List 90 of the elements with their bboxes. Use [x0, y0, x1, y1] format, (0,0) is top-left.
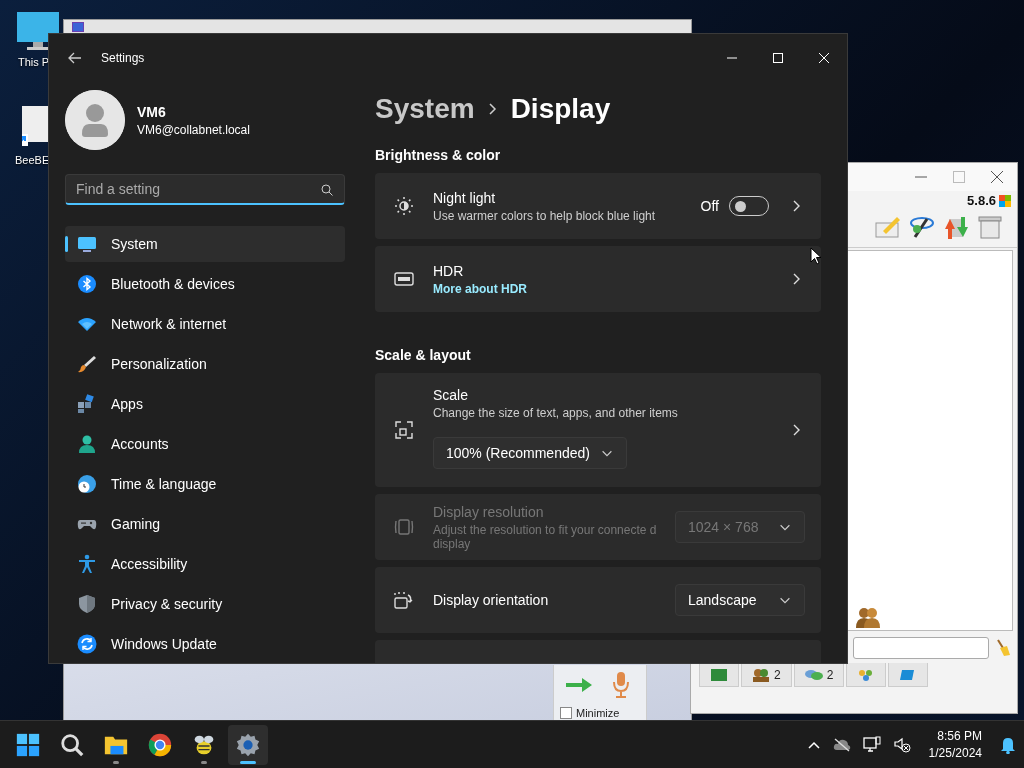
globe-clock-icon	[77, 474, 97, 494]
setting-card[interactable]: HDR More about HDR	[375, 246, 821, 312]
clock[interactable]: 8:56 PM 1/25/2024	[928, 729, 982, 760]
nav-item[interactable]: Bluetooth & devices	[65, 266, 345, 302]
cloud-off-icon[interactable]	[832, 737, 851, 752]
setting-title: HDR	[433, 262, 465, 279]
nav-item[interactable]: Apps	[65, 386, 345, 422]
tab-count: 2	[774, 667, 781, 682]
setting-title: Display resolution	[433, 503, 545, 520]
cursor-icon	[810, 247, 822, 265]
users-icon	[856, 606, 880, 628]
setting-card[interactable]: Display orientation Landscape	[375, 567, 821, 633]
section-title: Brightness & color	[375, 147, 502, 163]
shield-icon	[77, 594, 97, 614]
sun-icon	[393, 195, 415, 217]
scale-icon	[393, 419, 415, 441]
setting-card[interactable]: Night light Use warmer colors to help block blue light Off	[375, 173, 821, 239]
monitor-icon[interactable]	[17, 12, 59, 52]
broom-icon[interactable]	[995, 639, 1011, 657]
microphone-icon	[612, 671, 630, 699]
start-icon	[15, 731, 41, 758]
section-title: Scale & layout	[375, 347, 472, 363]
nav-item[interactable]: Accounts	[65, 426, 345, 462]
settings-icon	[235, 731, 261, 758]
accessibility-icon	[77, 554, 97, 574]
avatar-icon[interactable]	[65, 90, 125, 150]
monitor-icon	[77, 234, 97, 254]
chat-tab[interactable]: 2	[741, 663, 792, 687]
close-icon	[819, 53, 829, 63]
setting-description: Change the size of text, apps, and other items	[433, 406, 679, 420]
nav-item[interactable]: Privacy & security	[65, 586, 345, 622]
update-icon	[77, 634, 97, 654]
close-icon[interactable]	[991, 171, 1003, 183]
nav-item[interactable]: Network & internet	[65, 306, 345, 342]
nav-item[interactable]: Windows Update	[65, 626, 345, 662]
transfer-arrows-icon[interactable]	[943, 215, 969, 241]
app-icon	[72, 22, 84, 32]
bell-icon[interactable]	[1000, 735, 1016, 754]
setting-description: Use warmer colors to help block blue light	[433, 208, 657, 223]
user-name: VM6	[137, 103, 167, 120]
hdr-link[interactable]: More about HDR	[433, 281, 789, 296]
browser-icon	[147, 731, 173, 758]
nav-item[interactable]: Time & language	[65, 466, 345, 502]
resolution-icon	[393, 516, 415, 538]
breadcrumb-chevron-icon	[486, 102, 499, 116]
user-email: VM6@collabnet.local	[137, 122, 250, 137]
taskbar-button[interactable]	[228, 724, 268, 765]
scale-dropdown[interactable]: 100% (Recommended)	[433, 437, 627, 469]
tools-icon[interactable]	[909, 215, 935, 239]
brush-icon	[77, 354, 97, 374]
minimize-checkbox[interactable]	[560, 707, 572, 719]
desktop-icon-label: This P	[18, 56, 50, 68]
person-icon	[77, 434, 97, 454]
nav-item[interactable]: Accessibility	[65, 546, 345, 582]
back-arrow-icon[interactable]	[68, 51, 82, 65]
tab-count: 2	[826, 667, 834, 682]
setting-title: Night light	[433, 189, 497, 206]
desktop-icon-label: BeeBE	[15, 154, 50, 166]
nav-item[interactable]: System	[65, 226, 345, 262]
value-dropdown[interactable]: Landscape	[675, 584, 805, 616]
maximize-icon	[773, 53, 783, 63]
window-title: Settings	[101, 51, 145, 65]
search-icon	[59, 731, 85, 758]
checkbox-label: Minimize	[576, 707, 620, 719]
setting-title: Display orientation	[433, 592, 550, 608]
bluetooth-icon	[77, 274, 97, 294]
trash-icon[interactable]	[977, 215, 1003, 239]
message-field[interactable]	[853, 637, 989, 659]
setting-card[interactable]: Scale Change the size of text, apps, and other items 100% (Recommended)	[375, 373, 821, 487]
flag-icon	[999, 194, 1011, 207]
rotate-screen-icon	[393, 589, 415, 611]
chat-bubbles-icon	[804, 667, 823, 682]
version-label: 5.8.6	[967, 193, 996, 208]
nav-item[interactable]: Personalization	[65, 346, 345, 382]
monitor-icon	[710, 667, 728, 682]
toggle-state-label: Off	[700, 198, 719, 214]
page-title: Display	[510, 93, 611, 125]
volume-muted-icon[interactable]	[892, 736, 911, 753]
apps-icon	[77, 394, 97, 414]
setting-title: Scale	[433, 387, 470, 403]
breadcrumb-parent[interactable]: System	[375, 93, 475, 125]
network-icon[interactable]	[862, 735, 881, 754]
arrow-icon	[564, 675, 594, 695]
nav-item[interactable]: Gaming	[65, 506, 345, 542]
search-icon	[321, 184, 333, 196]
users-icon	[752, 667, 770, 682]
setting-description: Adjust the resolution to fit your connecte d display	[433, 522, 658, 551]
chat-tab[interactable]	[699, 663, 739, 687]
chat-tab[interactable]: 2	[793, 663, 845, 687]
search-field[interactable]: Find a setting	[65, 174, 345, 205]
